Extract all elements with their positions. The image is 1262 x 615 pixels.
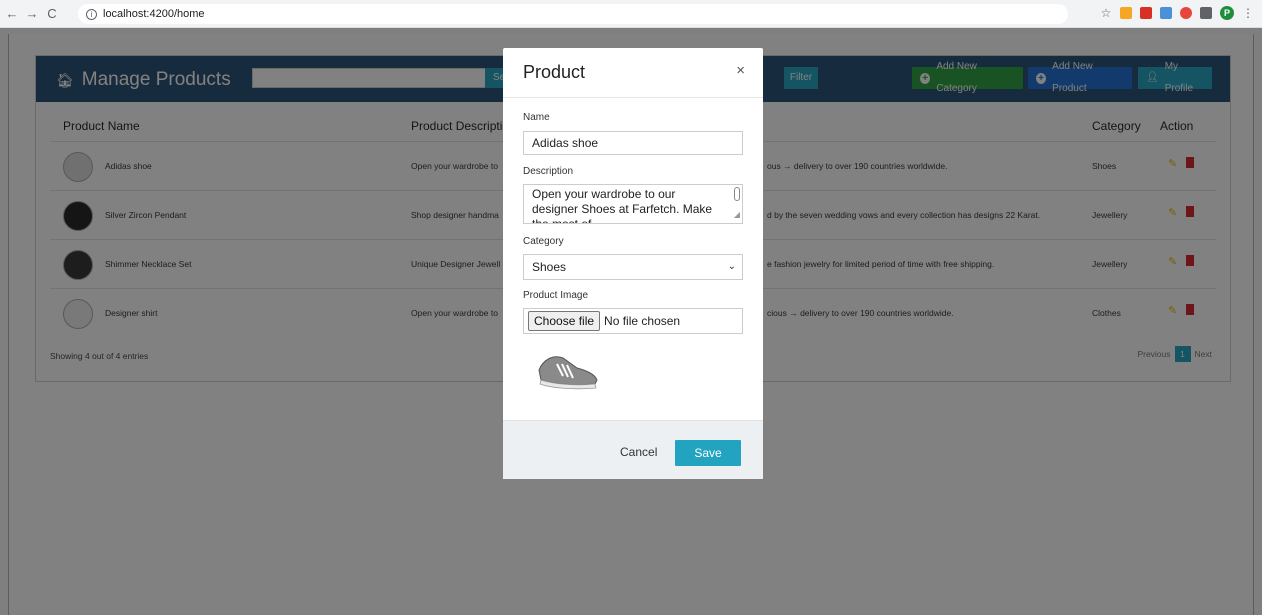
- category-selected-value: Shoes: [532, 260, 567, 274]
- no-file-text: No file chosen: [604, 314, 681, 328]
- name-field[interactable]: Adidas shoe: [523, 131, 743, 155]
- chevron-down-icon: ⌄: [727, 261, 736, 272]
- description-label: Description: [523, 166, 574, 177]
- file-input[interactable]: Choose file No file chosen: [523, 308, 743, 334]
- address-bar[interactable]: i localhost:4200/home: [78, 4, 1068, 24]
- category-label: Category: [523, 236, 564, 247]
- reload-icon[interactable]: C: [44, 6, 60, 22]
- modal-footer: Cancel Save: [503, 420, 763, 479]
- close-icon[interactable]: ×: [736, 62, 745, 79]
- product-modal: Product × Name Adidas shoe Description O…: [503, 48, 763, 479]
- product-image-preview: [538, 356, 598, 390]
- extension-red-icon[interactable]: [1140, 7, 1152, 19]
- save-button[interactable]: Save: [675, 440, 741, 466]
- browser-toolbar: ← → C i localhost:4200/home ☆ P ⋮: [0, 0, 1262, 28]
- extensions-area: ☆ P ⋮: [1100, 6, 1254, 20]
- name-label: Name: [523, 112, 550, 123]
- back-arrow-icon[interactable]: ←: [4, 6, 20, 22]
- url-text: localhost:4200/home: [103, 8, 205, 20]
- resize-handle-icon[interactable]: ◢: [734, 207, 740, 222]
- category-select[interactable]: Shoes ⌄: [523, 254, 743, 280]
- extension-circle-icon[interactable]: [1180, 7, 1192, 19]
- description-field[interactable]: Open your wardrobe to our designer Shoes…: [523, 184, 743, 224]
- extension-blue-icon[interactable]: [1160, 7, 1172, 19]
- extensions-puzzle-icon[interactable]: [1200, 7, 1212, 19]
- bookmark-star-icon[interactable]: ☆: [1100, 7, 1112, 19]
- scrollbar[interactable]: [734, 187, 740, 201]
- choose-file-button[interactable]: Choose file: [528, 311, 601, 331]
- cancel-button[interactable]: Cancel: [620, 445, 657, 459]
- browser-menu-icon[interactable]: ⋮: [1242, 6, 1254, 20]
- forward-arrow-icon[interactable]: →: [24, 6, 40, 22]
- divider: [503, 97, 763, 98]
- info-icon[interactable]: i: [86, 8, 97, 20]
- profile-avatar[interactable]: P: [1220, 6, 1234, 20]
- modal-title: Product: [523, 62, 586, 82]
- image-label: Product Image: [523, 290, 589, 301]
- extension-offer-icon[interactable]: [1120, 7, 1132, 19]
- description-text: Open your wardrobe to our designer Shoes…: [532, 187, 713, 224]
